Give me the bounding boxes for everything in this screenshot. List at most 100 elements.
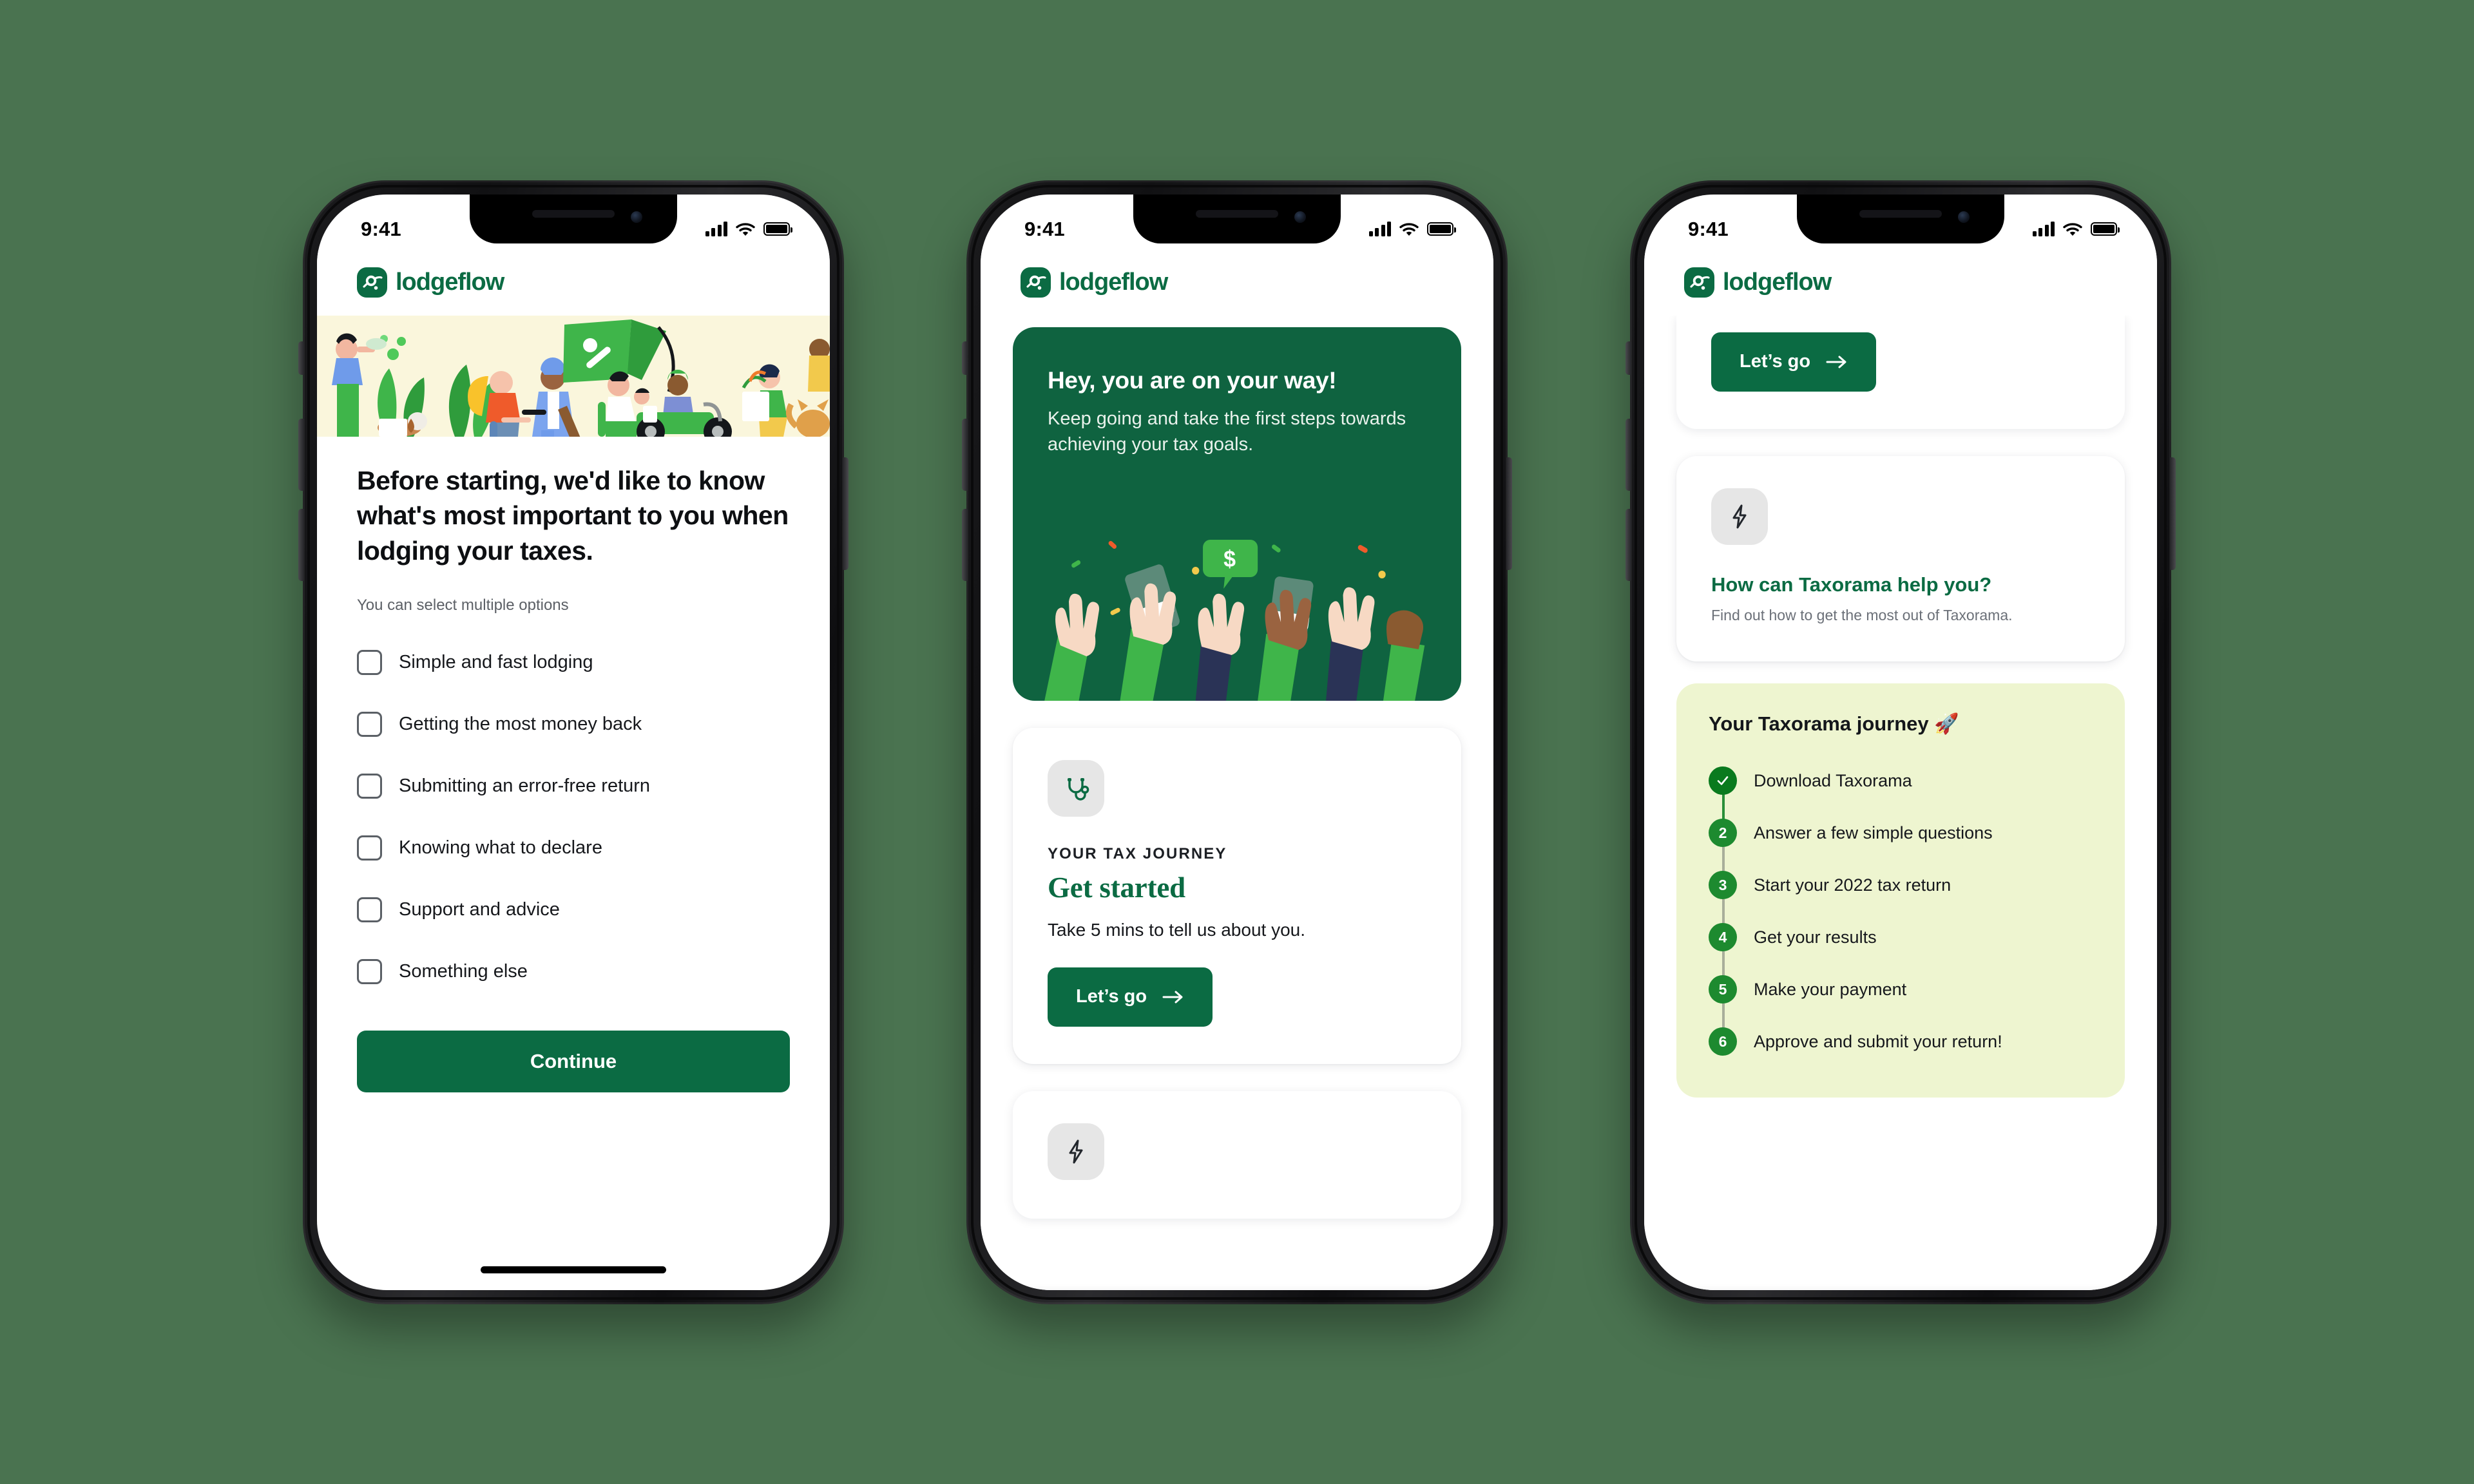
status-time: 9:41 [361,217,401,240]
option-row[interactable]: Knowing what to declare [357,817,790,879]
logo-mark-icon [1684,267,1714,298]
wifi-icon [736,222,755,236]
volume-down-button[interactable] [298,508,304,581]
journey-step[interactable]: 4 Get your results [1709,911,2093,964]
step-marker-6: 6 [1709,1027,1737,1056]
check-icon [1717,776,1729,785]
front-camera [631,211,642,223]
cellular-bars-icon [1368,221,1391,236]
step-marker-5: 5 [1709,975,1737,1004]
journey-card: Your Taxorama journey 🚀 Download Taxoram… [1676,683,2125,1098]
status-indicators [1368,221,1457,236]
continue-wrap: Continue [317,1002,830,1093]
option-row[interactable]: Support and advice [357,879,790,940]
option-row[interactable]: Something else [357,940,790,1002]
lightning-bolt-icon [1048,1123,1104,1180]
lets-go-button[interactable]: Let’s go [1711,332,1877,392]
step-label: Answer a few simple questions [1754,823,1993,842]
checkbox-knowing-what-to-declare[interactable] [357,835,382,861]
lets-go-label: Let’s go [1740,351,1811,372]
front-camera [1958,211,1970,223]
option-row[interactable]: Simple and fast lodging [357,631,790,693]
phone-device-3: 9:41 lodgeflow Let’s go How can Taxorama… [1625,180,2176,1304]
volume-up-button[interactable] [1625,418,1631,491]
status-indicators [2032,221,2120,236]
option-label: Knowing what to declare [399,837,602,858]
front-camera [1294,211,1306,223]
step-label: Make your payment [1754,979,1907,999]
checkbox-submitting-an-error-free-return[interactable] [357,773,382,799]
brand-logo: lodgeflow [1021,267,1168,298]
journey-step[interactable]: Download Taxorama [1709,755,2093,807]
option-row[interactable]: Submitting an error-free return [357,755,790,817]
step-marker-2: 2 [1709,819,1737,847]
card-description: Take 5 mins to tell us about you. [1048,919,1305,940]
journey-step[interactable]: 3 Start your 2022 tax return [1709,859,2093,911]
stethoscope-icon [1048,759,1104,817]
journey-steps: Download Taxorama 2 Answer a few simple … [1709,755,2093,1068]
continue-button[interactable]: Continue [357,1031,790,1093]
svg-text:$: $ [1223,546,1236,572]
multi-select-hint: You can select multiple options [357,596,569,614]
logo-mark-icon [1021,267,1051,298]
card-title: Get started [1048,871,1185,904]
journey-step[interactable]: 5 Make your payment [1709,964,2093,1016]
screen-body-3: Let’s go How can Taxorama help you? Find… [1644,315,2157,1290]
greeting-title: Hey, you are on your way! [1048,366,1337,394]
option-row[interactable]: Getting the most money back [357,693,790,755]
arrow-right-icon [1162,991,1183,1003]
page-title: Before starting, we'd like to know what'… [357,465,789,566]
notch [1133,194,1341,243]
earpiece-speaker [532,209,615,218]
status-time: 9:41 [1688,217,1729,240]
phone-device-2: 9:41 lodgeflow Hey, you are on your way!… [962,180,1512,1304]
checkbox-support-and-advice[interactable] [357,897,382,922]
notch [1797,194,2004,243]
battery-full-icon [1427,222,1457,236]
people-illustration [317,315,830,437]
app-header-3: lodgeflow [1644,249,2157,316]
step-label: Get your results [1754,927,1877,947]
mute-switch[interactable] [298,341,304,375]
volume-up-button[interactable] [298,418,304,491]
home-indicator[interactable] [481,1266,666,1273]
greeting-card: Hey, you are on your way! Keep going and… [1013,327,1461,701]
power-button[interactable] [843,457,849,570]
brand-wordmark: lodgeflow [396,269,504,296]
volume-down-button[interactable] [1625,508,1631,581]
lets-go-button[interactable]: Let’s go [1048,967,1213,1027]
phone-screen-2: 9:41 lodgeflow Hey, you are on your way!… [981,194,1493,1290]
status-indicators [705,221,793,236]
checkbox-something-else[interactable] [357,958,382,984]
volume-up-button[interactable] [962,418,968,491]
phone-screen-1: 9:41 lodgeflow Before starting, we'd lik… [317,194,830,1290]
mute-switch[interactable] [1625,341,1631,375]
lightning-bolt-icon [1711,488,1768,545]
option-label: Getting the most money back [399,713,642,734]
tax-journey-card-partial[interactable]: Let’s go [1676,315,2125,429]
celebration-hands-illustration: $ [1044,539,1425,701]
brand-wordmark: lodgeflow [1059,269,1168,296]
battery-full-icon [2091,222,2120,236]
arrow-right-icon [1826,356,1846,368]
help-card[interactable]: How can Taxorama help you? Find out how … [1676,455,2125,661]
checkbox-getting-the-most-money-back[interactable] [357,711,382,737]
checkbox-simple-and-fast-lodging[interactable] [357,649,382,675]
tax-journey-card[interactable]: YOUR TAX JOURNEY Get started Take 5 mins… [1013,727,1461,1064]
volume-down-button[interactable] [962,508,968,581]
power-button[interactable] [1506,457,1512,570]
step-label: Approve and submit your return! [1754,1031,2002,1051]
brand-logo: lodgeflow [357,267,504,298]
journey-step[interactable]: 2 Answer a few simple questions [1709,807,2093,859]
cellular-bars-icon [705,221,727,236]
notch [470,194,677,243]
journey-heading: Your Taxorama journey 🚀 [1709,712,1959,735]
power-button[interactable] [2170,457,2176,570]
phone-device-1: 9:41 lodgeflow Before starting, we'd lik… [298,180,849,1304]
battery-full-icon [763,222,793,236]
option-label: Simple and fast lodging [399,651,593,672]
next-card-peek[interactable] [1013,1090,1461,1219]
journey-step[interactable]: 6 Approve and submit your return! [1709,1016,2093,1068]
mute-switch[interactable] [962,341,968,375]
wifi-icon [1399,222,1419,236]
